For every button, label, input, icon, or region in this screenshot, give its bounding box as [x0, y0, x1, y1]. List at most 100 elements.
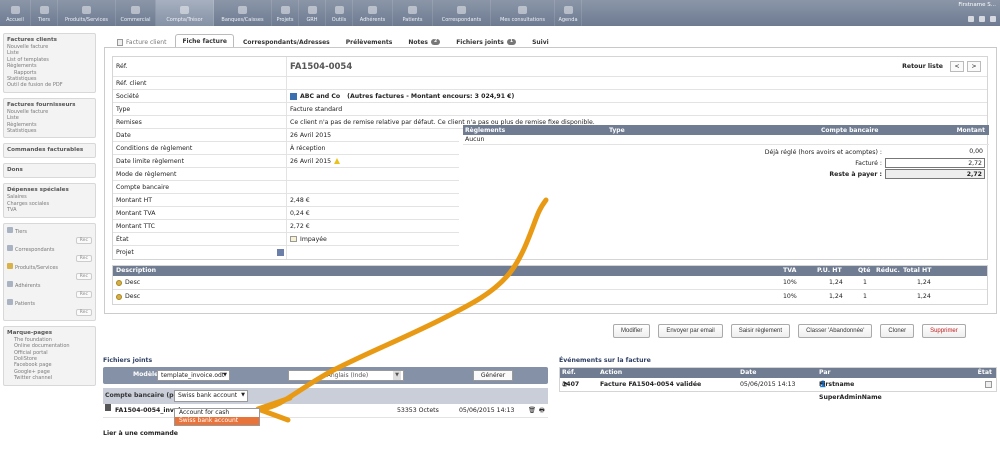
sidebar-link[interactable]: Twitter channel — [7, 375, 92, 381]
record-nav: Retour liste < > — [902, 61, 981, 72]
tools-icon — [334, 6, 344, 14]
send-email-button[interactable]: Envoyer par email — [658, 324, 723, 338]
back-to-list-link[interactable]: Retour liste — [902, 63, 943, 70]
help-icon[interactable] — [990, 16, 996, 22]
product-icon — [116, 294, 122, 300]
model-label: Modèle — [133, 371, 159, 378]
tab-attached-files[interactable]: Fichiers joints 1 — [449, 36, 523, 47]
sidebar-block-customer-invoices: Factures clients Nouvelle facture Liste … — [3, 33, 96, 93]
option-swiss-bank-account[interactable]: Swiss bank account — [175, 417, 259, 425]
clock-icon: ◔ — [562, 381, 568, 388]
event-ref[interactable]: ◔ 1407 — [562, 378, 579, 391]
table-row[interactable]: ◔ 1407 Facture FA1504-0054 validée 05/06… — [560, 378, 996, 401]
search-button[interactable]: Rec — [75, 254, 92, 262]
status-badge: Impayée — [300, 235, 327, 243]
field-project: Projet — [113, 246, 459, 259]
sidebar-link[interactable]: Outil de fusion de PDF — [7, 82, 92, 88]
model-select[interactable]: template_invoice.odt ▼ — [157, 370, 230, 381]
sidebar-heading[interactable]: Factures fournisseurs — [7, 102, 92, 108]
table-row[interactable]: Desc 10% 1,24 1 1,24 — [113, 276, 987, 290]
print-icon[interactable]: 🖶 — [539, 404, 545, 418]
menu-accounting[interactable]: Compta/Trésor — [156, 0, 214, 26]
menu-tiers[interactable]: Tiers — [31, 0, 58, 26]
menu-home[interactable]: Accueil — [0, 0, 31, 26]
menu-projects[interactable]: Projets — [272, 0, 299, 26]
language-select[interactable]: Anglais (Inde) ▼ — [288, 370, 404, 381]
menu-consultations[interactable]: Mes consultations — [491, 0, 555, 26]
user-area: Firstname S... — [958, 2, 996, 22]
clone-button[interactable]: Cloner — [880, 324, 915, 338]
company-outstanding[interactable]: (Autres factures - Montant encours: 3 02… — [347, 90, 514, 103]
delete-button[interactable]: Supprimer — [922, 324, 966, 338]
attached-file-row[interactable]: FA1504-0054_invoi... 53353 Octets 05/06/… — [103, 404, 548, 418]
sidebar-heading: Marque-pages — [7, 329, 53, 336]
menu-commercial[interactable]: Commercial — [116, 0, 156, 26]
menu-tools[interactable]: Outils — [326, 0, 353, 26]
event-status-checkbox[interactable] — [985, 381, 992, 388]
sidebar-heading[interactable]: Dons — [7, 167, 92, 173]
tab-direct-debits[interactable]: Prélèvements — [339, 36, 400, 47]
member-icon — [7, 281, 13, 288]
menu-contacts[interactable]: Correspondants — [433, 0, 491, 26]
search-button[interactable]: Rec — [75, 236, 92, 244]
enter-payment-button[interactable]: Saisir règlement — [730, 324, 791, 338]
company-link[interactable]: ABC and Co — [300, 90, 340, 103]
menu-hrm[interactable]: GRH — [299, 0, 326, 26]
search-button[interactable]: Rec — [75, 272, 92, 280]
field-ref: Réf. FA1504-0054 Retour liste < > — [113, 56, 987, 77]
payments-header: Règlements Type Compte bancaire Montant — [463, 125, 989, 135]
sidebar-heading[interactable]: Dépenses spéciales — [7, 187, 92, 193]
product-icon — [82, 6, 91, 14]
field-status: État Impayée — [113, 232, 459, 246]
company-icon — [39, 6, 49, 14]
search-button[interactable]: Rec — [75, 308, 92, 316]
patient-icon — [7, 299, 13, 306]
tab-invoice-card[interactable]: Fiche facture — [175, 34, 234, 47]
next-record-button[interactable]: > — [967, 61, 981, 72]
lines-header: Description TVA P.U. HT Qté Réduc. Total… — [113, 266, 987, 276]
company-icon — [7, 227, 13, 234]
contact-icon — [7, 245, 13, 252]
trash-icon[interactable]: 🗑 — [528, 404, 536, 418]
sidebar-heading[interactable]: Factures clients — [7, 37, 92, 43]
field-payment-mode: Mode de règlement — [113, 167, 459, 181]
menu-agenda[interactable]: Agenda — [555, 0, 582, 26]
option-account-for-cash[interactable]: Account for cash — [175, 409, 259, 417]
classify-abandoned-button[interactable]: Classer 'Abandonnée' — [798, 324, 873, 338]
invoice-card: Réf. FA1504-0054 Retour liste < > Réf. c… — [104, 48, 997, 314]
tab-follow-up[interactable]: Suivi — [525, 36, 556, 47]
edit-button[interactable]: Modifier — [613, 324, 651, 338]
menu-patients[interactable]: Patients — [393, 0, 433, 26]
print-small-icon[interactable] — [979, 16, 985, 22]
tab-contacts[interactable]: Correspondants/Adresses — [236, 36, 337, 47]
sidebar-link[interactable]: Statistiques — [7, 128, 92, 134]
sidebar-block-supplier-invoices: Factures fournisseurs Nouvelle facture L… — [3, 97, 96, 139]
search-tiers: Tiers — [7, 227, 92, 236]
menu-members[interactable]: Adhérents — [353, 0, 393, 26]
invoice-icon — [117, 38, 123, 46]
tab-notes[interactable]: Notes 2 — [401, 36, 447, 47]
events-table: Réf. Action Date Par État ◔ 1407 Facture… — [559, 367, 997, 401]
sidebar-heading[interactable]: Commandes facturables — [7, 147, 92, 153]
remaining-row: Reste à payer :2,72 — [829, 169, 985, 179]
edit-project-icon[interactable] — [277, 249, 284, 256]
field-amount-ht: Montant HT 2,48 € — [113, 193, 459, 207]
files-count-badge: 1 — [506, 39, 517, 45]
warning-icon — [334, 158, 341, 164]
menu-banks[interactable]: Banques/Caisses — [214, 0, 272, 26]
generate-button[interactable]: Générer — [473, 370, 513, 381]
sidebar-link[interactable]: TVA — [7, 207, 92, 213]
menu-products[interactable]: Produits/Services — [58, 0, 116, 26]
chevron-down-icon: ▼ — [223, 372, 227, 378]
tab-customer-invoice[interactable]: Facture client — [110, 36, 173, 47]
prev-record-button[interactable]: < — [950, 61, 964, 72]
user-name[interactable]: Firstname S... — [958, 2, 996, 8]
home-small-icon[interactable] — [968, 16, 974, 22]
bank-account-select[interactable]: Swiss bank account ▼ — [174, 390, 248, 402]
project-icon — [280, 6, 290, 14]
calendar-icon — [563, 6, 573, 14]
search-contacts: Correspondants — [7, 245, 92, 254]
table-row[interactable]: Desc 10% 1,24 1 1,24 — [113, 290, 987, 304]
field-bank-account: Compte bancaire — [113, 180, 459, 194]
search-button[interactable]: Rec — [75, 290, 92, 298]
